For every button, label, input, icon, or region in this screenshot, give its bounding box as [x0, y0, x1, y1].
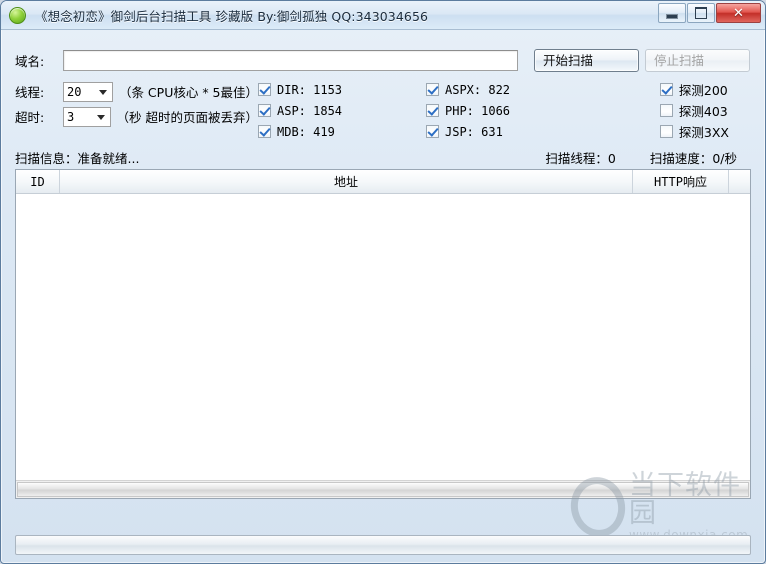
- checkbox-php-label: PHP: 1066: [445, 103, 511, 118]
- chevron-down-icon: [96, 114, 105, 120]
- domain-input[interactable]: [63, 49, 518, 71]
- checkbox-mdb-label: MDB: 419: [277, 124, 335, 139]
- window-controls: ✕: [658, 3, 761, 23]
- checkbox-detect-3xx[interactable]: 探测3XX: [659, 123, 729, 140]
- thread-row: 线程: 20 （条 CPU核心 * 5最佳）: [15, 79, 258, 104]
- checkbox-detect-200[interactable]: 探测200: [659, 81, 729, 98]
- checkbox-detect-3xx-label: 探测3XX: [678, 125, 729, 140]
- options-block: 线程: 20 （条 CPU核心 * 5最佳） 超时: 3 （秒 超时的页面被丢弃…: [15, 79, 751, 144]
- checkbox-detect-200-label: 探测200: [678, 83, 728, 98]
- table-header-row: ID 地址 HTTP响应: [16, 170, 750, 194]
- checkbox-asp-label: ASP: 1854: [277, 103, 343, 118]
- client-area: 域名: 开始扫描 停止扫描 线程: 20 （条 CPU核心 * 5最佳） 超时:: [1, 30, 765, 563]
- column-header-address[interactable]: 地址: [60, 170, 633, 193]
- checkbox-php-box[interactable]: [426, 104, 439, 117]
- timeout-value: 3: [67, 109, 75, 124]
- maximize-button[interactable]: [687, 3, 715, 23]
- checkbox-jsp-box[interactable]: [426, 125, 439, 138]
- checkbox-asp-box[interactable]: [258, 104, 271, 117]
- scan-info-text: 扫描信息：准备就绪...: [15, 150, 140, 166]
- thread-hint: （条 CPU核心 * 5最佳）: [118, 85, 258, 100]
- timeout-hint: （秒 超时的页面被丢弃）: [116, 110, 258, 125]
- app-logo-icon: [9, 6, 26, 24]
- checkbox-jsp-label: JSP: 631: [445, 124, 503, 139]
- close-icon: ✕: [733, 5, 744, 21]
- checkbox-detect-3xx-box[interactable]: [659, 125, 673, 138]
- checkbox-php[interactable]: PHP: 1066: [426, 102, 616, 119]
- window-title: 《想念初恋》御剑后台扫描工具 珍藏版 By:御剑孤独 QQ:343034656: [35, 8, 429, 24]
- column-header-http-response[interactable]: HTTP响应: [633, 170, 729, 193]
- column-header-id[interactable]: ID: [16, 170, 60, 193]
- scan-speed-text: 扫描速度：0/秒: [649, 150, 737, 166]
- scan-params: 线程: 20 （条 CPU核心 * 5最佳） 超时: 3 （秒 超时的页面被丢弃…: [15, 79, 258, 129]
- scrollbar-thumb[interactable]: [17, 482, 749, 497]
- dict-column-3: 探测200 探测403 探测3XX: [659, 79, 751, 144]
- checkbox-dir[interactable]: DIR: 1153: [258, 81, 426, 98]
- title-bar: 《想念初恋》御剑后台扫描工具 珍藏版 By:御剑孤独 QQ:343034656 …: [1, 1, 765, 30]
- minimize-button[interactable]: [658, 3, 686, 23]
- column-header-filler: [729, 170, 750, 193]
- checkbox-asp[interactable]: ASP: 1854: [258, 102, 426, 119]
- results-table: ID 地址 HTTP响应: [15, 169, 751, 499]
- checkbox-aspx-box[interactable]: [426, 83, 439, 96]
- timeout-select[interactable]: 3: [63, 106, 111, 127]
- scan-threads-text: 扫描线程：0: [545, 150, 616, 166]
- checkbox-dir-box[interactable]: [258, 83, 271, 96]
- minimize-icon: [666, 13, 678, 19]
- maximize-icon: [695, 7, 707, 19]
- close-button[interactable]: ✕: [716, 3, 761, 23]
- timeout-label: 超时:: [15, 110, 45, 125]
- checkbox-aspx[interactable]: ASPX: 822: [426, 81, 616, 98]
- stop-scan-button: 停止扫描: [645, 48, 750, 72]
- status-metrics: 扫描线程：0 扫描速度：0/秒: [545, 148, 751, 167]
- table-body[interactable]: [16, 194, 750, 498]
- checkbox-detect-403-box[interactable]: [659, 104, 673, 117]
- checkbox-mdb-box[interactable]: [258, 125, 271, 138]
- thread-count-select[interactable]: 20: [63, 81, 113, 102]
- checkbox-dir-label: DIR: 1153: [277, 82, 343, 97]
- checkbox-detect-200-box[interactable]: [659, 83, 673, 96]
- checkbox-aspx-label: ASPX: 822: [445, 82, 511, 97]
- domain-row: 域名: 开始扫描 停止扫描: [15, 48, 751, 72]
- status-line: 扫描信息：准备就绪... 扫描线程：0 扫描速度：0/秒: [15, 148, 751, 166]
- thread-count-value: 20: [67, 84, 82, 99]
- checkbox-jsp[interactable]: JSP: 631: [426, 123, 616, 140]
- bottom-status-bar: [15, 535, 751, 555]
- timeout-row: 超时: 3 （秒 超时的页面被丢弃）: [15, 104, 258, 129]
- thread-label: 线程:: [15, 85, 45, 100]
- checkbox-detect-403-label: 探测403: [678, 104, 728, 119]
- checkbox-mdb[interactable]: MDB: 419: [258, 123, 426, 140]
- dict-column-2: ASPX: 822 PHP: 1066 JSP: 631: [426, 79, 616, 144]
- dict-column-1: DIR: 1153 ASP: 1854 MDB: 419: [258, 79, 426, 144]
- chevron-down-icon: [98, 89, 107, 95]
- checkbox-detect-403[interactable]: 探测403: [659, 102, 729, 119]
- start-scan-button[interactable]: 开始扫描: [534, 48, 639, 72]
- application-window: 《想念初恋》御剑后台扫描工具 珍藏版 By:御剑孤独 QQ:343034656 …: [0, 0, 766, 564]
- horizontal-scrollbar[interactable]: [16, 480, 750, 498]
- domain-label: 域名:: [15, 53, 45, 69]
